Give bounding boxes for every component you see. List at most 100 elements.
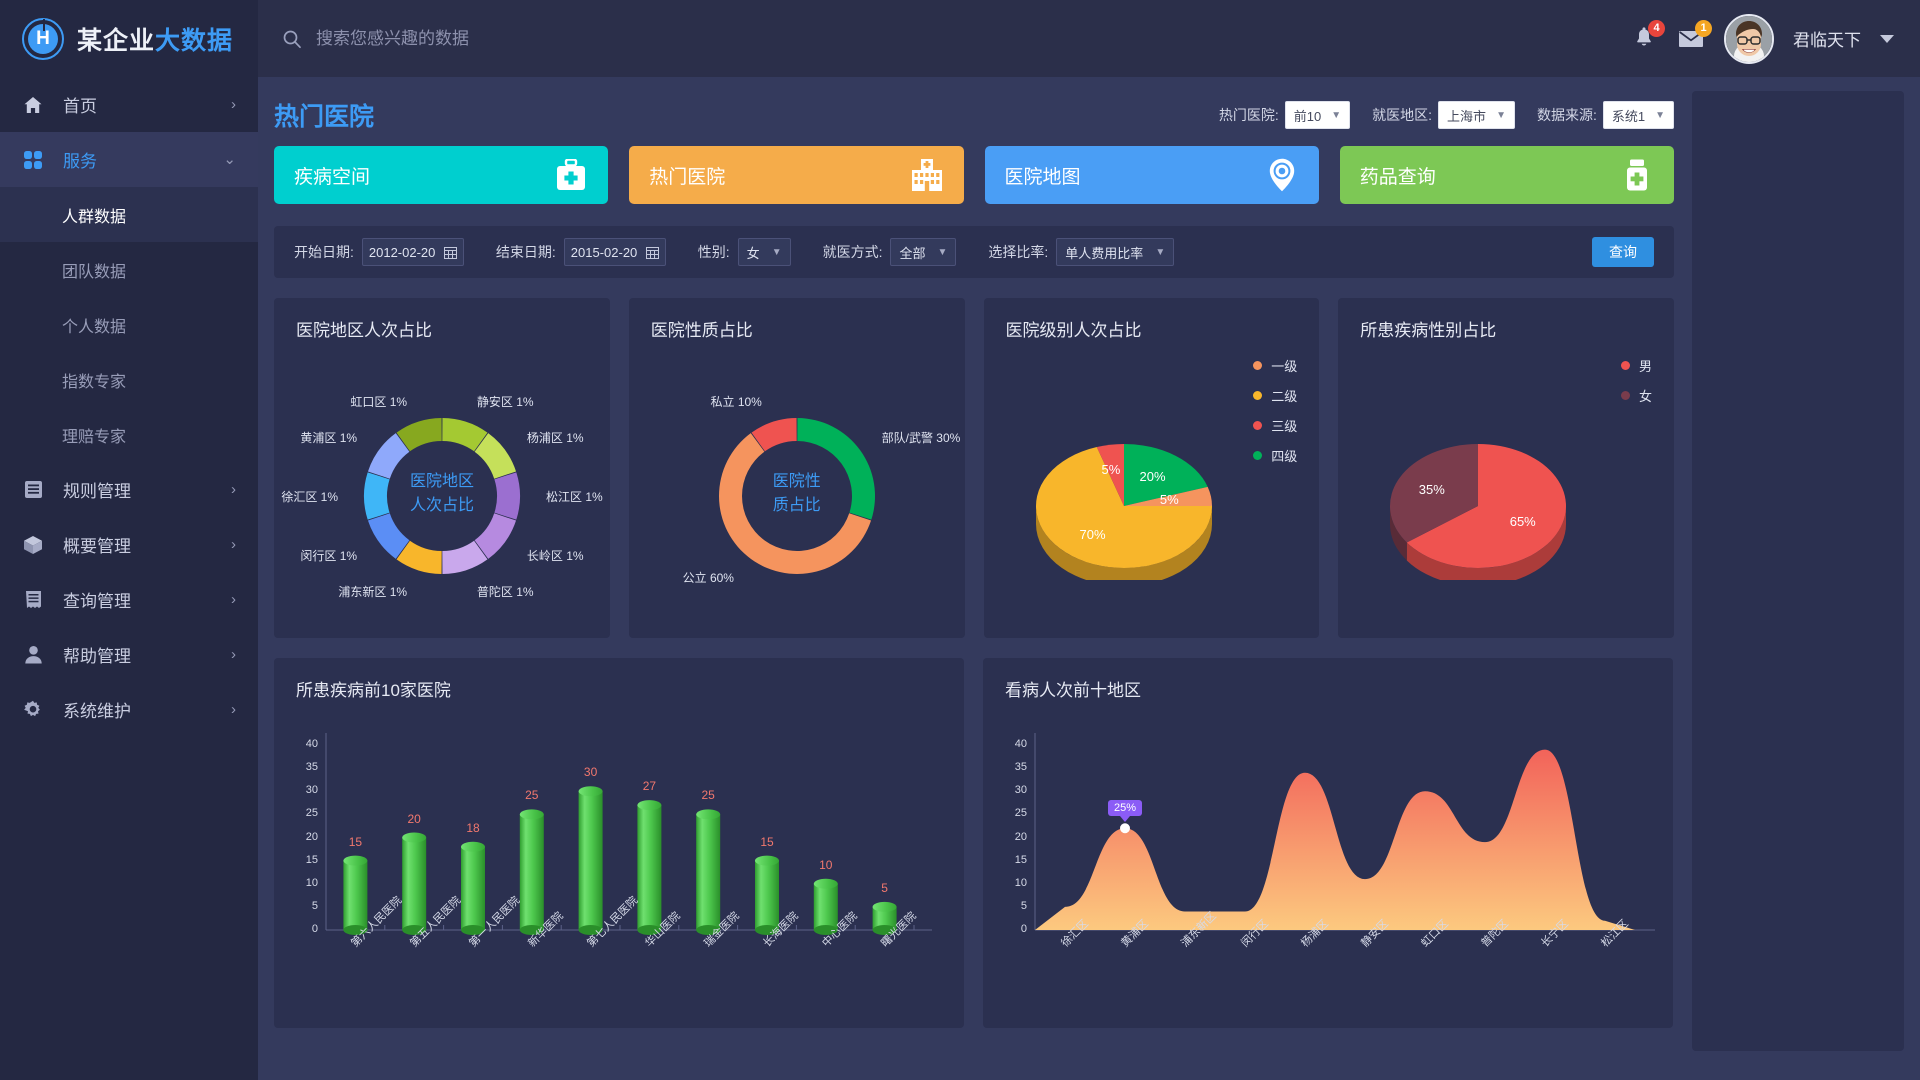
y-axis-tick: 25 [305, 807, 318, 820]
calendar-icon [443, 246, 457, 259]
start-date-value: 2012-02-20 [368, 244, 436, 260]
start-date-group: 开始日期: 2012-02-20 [294, 238, 464, 266]
sidebar-item-1[interactable]: 服务 ⌄ [0, 132, 258, 187]
y-axis-tick: 30 [305, 784, 318, 797]
query-button[interactable]: 查询 [1592, 237, 1654, 267]
chevron-down-icon: ▼ [1655, 109, 1665, 121]
quick-card-2[interactable]: 医院地图 [984, 146, 1319, 204]
gender-select[interactable]: 女 ▼ [737, 238, 791, 266]
sidebar-subitem-2[interactable]: 个人数据 [0, 297, 258, 352]
donut-slice-label: 闵行区 1% [300, 548, 358, 563]
page-header: 热门医院 热门医院: 前10 ▼ 就医地区: 上海市 ▼ 数据来源: 系统1 ▼ [274, 91, 1674, 139]
head-filter-select[interactable]: 前10 ▼ [1284, 101, 1351, 129]
search-icon [282, 29, 302, 49]
quick-card-0[interactable]: 疾病空间 [274, 146, 609, 204]
chevron-down-icon: ▼ [1496, 109, 1506, 121]
sidebar-item-label: 规则管理 [63, 482, 131, 501]
sidebar-item-4[interactable]: 查询管理 › [0, 572, 258, 627]
chart-panel-area: 看病人次前十地区 0 5 10 15 20 25 30 35 40 徐汇区 黄浦区 浦东新区 闵行区 杨浦… [983, 658, 1673, 1028]
donut-chart: 静安区 1% 杨浦区 1% 松江区 1% 长岭区 1% 普陀区 1% 浦东新区 1% 闵行区… [274, 356, 610, 638]
y-axis-tick: 15 [1014, 853, 1027, 866]
mail-button[interactable]: 1 [1677, 19, 1712, 53]
sidebar-item-0[interactable]: 首页 › [0, 77, 258, 132]
y-axis-tick: 40 [1014, 738, 1027, 750]
medicine-bottle-icon [1620, 158, 1654, 192]
main-content: 热门医院 热门医院: 前10 ▼ 就医地区: 上海市 ▼ 数据来源: 系统1 ▼ 疾病空间 热门医… [258, 77, 1920, 1080]
start-date-input[interactable]: 2012-02-20 [361, 238, 464, 266]
notification-bell-button[interactable]: 4 [1630, 19, 1665, 53]
calendar-icon [645, 246, 659, 259]
chart-panel-bar: 所患疾病前10家医院 0 5 10 15 20 25 30 35 40 15 20 18 25 30 27 2… [274, 658, 964, 1028]
end-date-group: 结束日期: 2015-02-20 [496, 238, 666, 266]
username-label: 君临天下 [1793, 31, 1861, 50]
end-date-input[interactable]: 2015-02-20 [563, 238, 666, 266]
sidebar-subitem-1[interactable]: 团队数据 [0, 242, 258, 297]
logo-zone[interactable]: H 某企业大数据 [0, 0, 258, 77]
quick-card-label: 医院地图 [1004, 166, 1081, 188]
donut-center-line2: 人次占比 [409, 497, 474, 514]
donut-slice-label: 杨浦区 1% [526, 431, 584, 446]
sidebar-item-2[interactable]: 规则管理 › [0, 462, 258, 517]
visit-type-select[interactable]: 全部 ▼ [890, 238, 957, 266]
sidebar-subitem-4[interactable]: 理赔专家 [0, 407, 258, 462]
donut-slice-label: 私立 10% [710, 394, 762, 409]
bar-value-label: 30 [583, 765, 598, 780]
search-input[interactable] [316, 28, 746, 49]
y-axis-tick: 15 [305, 853, 318, 866]
gender-value: 女 [746, 245, 760, 261]
head-filter-value: 系统1 [1611, 108, 1646, 124]
pie-slice-value: 5% [1159, 492, 1179, 508]
sidebar-item-label: 服务 [63, 152, 97, 171]
head-filter-value: 前10 [1293, 108, 1322, 124]
right-side-panel [1692, 91, 1904, 1051]
sidebar-submenu: 人群数据 团队数据 个人数据 指数专家 理赔专家 [0, 187, 258, 462]
top-bar: H 某企业大数据 4 1 [0, 0, 1920, 77]
head-filter-label: 数据来源: [1536, 107, 1597, 123]
sidebar-chevron-icon: › [231, 481, 236, 498]
document-icon [22, 589, 44, 611]
chart-panel-pie: 医院级别人次占比 一级 二级 三级 四级 20% 5% 70% 5% [983, 298, 1320, 638]
donut-slice-label: 公立 60% [682, 570, 734, 585]
brand-title: 某企业大数据 [77, 21, 233, 57]
chevron-down-icon: ▼ [771, 246, 782, 258]
hospital-icon [910, 158, 944, 192]
sidebar-item-label: 查询管理 [63, 592, 131, 611]
y-axis-tick: 0 [311, 923, 318, 935]
y-axis-tick: 5 [1020, 899, 1027, 912]
sidebar-chevron-icon: › [231, 646, 236, 663]
ratio-group: 选择比率: 单人费用比率 ▼ [988, 238, 1175, 266]
head-filter-select[interactable]: 系统1 ▼ [1602, 101, 1674, 129]
sidebar-subitem-0[interactable]: 人群数据 [0, 187, 258, 242]
donut-center-line1: 医院性 [772, 473, 821, 490]
chart-row-bottom: 所患疾病前10家医院 0 5 10 15 20 25 30 35 40 15 20 18 25 30 27 2… [274, 658, 1674, 1028]
pie-slice-value: 70% [1079, 527, 1106, 543]
header-filter-group: 热门医院: 前10 ▼ 就医地区: 上海市 ▼ 数据来源: 系统1 ▼ [1219, 101, 1674, 129]
chevron-down-icon[interactable] [1880, 34, 1894, 43]
quick-card-label: 热门医院 [649, 166, 726, 188]
sidebar-item-label: 概要管理 [63, 537, 131, 556]
sidebar-item-5[interactable]: 帮助管理 › [0, 627, 258, 682]
head-filter-select[interactable]: 上海市 ▼ [1438, 101, 1515, 129]
quick-card-label: 药品查询 [1359, 166, 1436, 188]
sidebar-item-6[interactable]: 系统维护 › [0, 682, 258, 737]
avatar[interactable] [1724, 13, 1774, 64]
y-axis-tick: 25 [1014, 807, 1027, 820]
sidebar-item-3[interactable]: 概要管理 › [0, 517, 258, 572]
mail-badge: 1 [1695, 19, 1712, 37]
donut-slice-label: 浦东新区 1% [338, 585, 408, 600]
bar-value-label: 10 [819, 857, 833, 872]
sidebar-item-label: 首页 [63, 97, 97, 116]
bar-value-label: 25 [525, 788, 539, 803]
ratio-select[interactable]: 单人费用比率 ▼ [1056, 238, 1175, 266]
donut-slice-label: 黄浦区 1% [300, 431, 358, 446]
chevron-down-icon: ▼ [1331, 109, 1342, 121]
head-filter-label: 就医地区: [1372, 107, 1433, 123]
visit-type-label: 就医方式: [822, 244, 883, 260]
quick-card-3[interactable]: 药品查询 [1339, 146, 1674, 204]
quick-card-1[interactable]: 热门医院 [629, 146, 964, 204]
sidebar: 首页 › 服务 ⌄ 人群数据 团队数据 个人数据 指数专家 理赔专家 规则管理 › 概要管理 › 查询… [0, 77, 258, 1080]
sidebar-subitem-3[interactable]: 指数专家 [0, 352, 258, 407]
search-box[interactable] [282, 28, 746, 49]
bar-value-label: 5 [881, 880, 888, 895]
bar-value-label: 25 [701, 788, 715, 803]
